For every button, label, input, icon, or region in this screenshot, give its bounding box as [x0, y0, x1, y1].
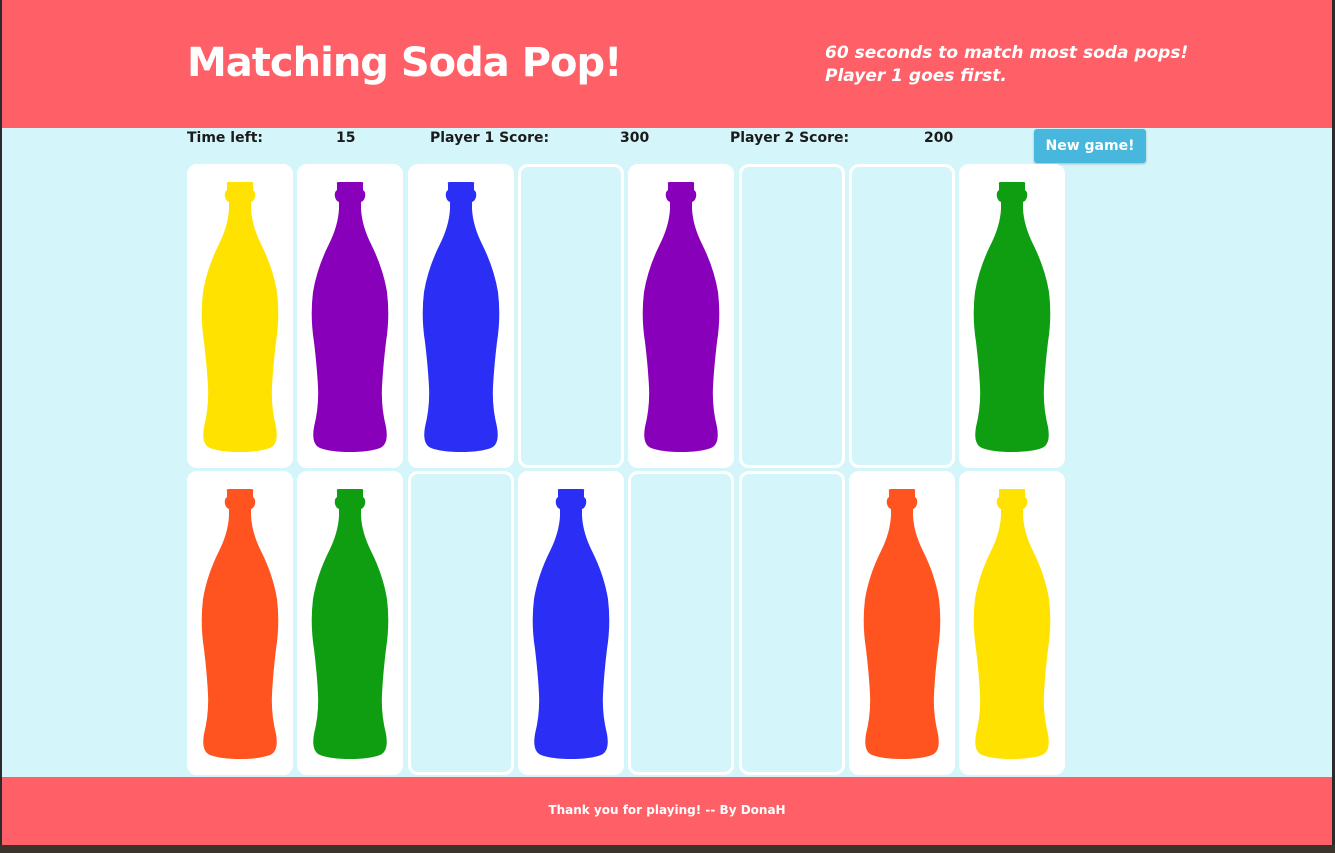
soda-card-hidden[interactable]: [739, 471, 845, 775]
footer-text: Thank you for playing! -- By DonaH: [548, 803, 786, 817]
soda-bottle-icon: [973, 182, 1051, 452]
soda-card-green[interactable]: [297, 471, 403, 775]
soda-bottle-icon: [201, 489, 279, 759]
soda-card-yellow[interactable]: [187, 164, 293, 468]
soda-bottle-icon: [642, 182, 720, 452]
soda-card-blue[interactable]: [408, 164, 514, 468]
player2-score-label: Player 2 Score:: [730, 130, 850, 146]
player1-score-value: 300: [620, 130, 650, 146]
tagline: 60 seconds to match most soda pops! Play…: [825, 42, 1188, 88]
scorebar: Time left: 15 Player 1 Score: 300 Player…: [2, 128, 1332, 163]
soda-card-green[interactable]: [959, 164, 1065, 468]
soda-card-blue[interactable]: [518, 471, 624, 775]
soda-card-orange[interactable]: [849, 471, 955, 775]
game-window: Matching Soda Pop! 60 seconds to match m…: [2, 0, 1332, 845]
footer: Thank you for playing! -- By DonaH: [2, 777, 1332, 845]
soda-bottle-icon: [311, 489, 389, 759]
soda-bottle-icon: [311, 182, 389, 452]
card-board: [187, 164, 1072, 778]
tagline-line-1: 60 seconds to match most soda pops!: [825, 43, 1189, 63]
header: Matching Soda Pop! 60 seconds to match m…: [2, 0, 1332, 128]
soda-bottle-icon: [863, 489, 941, 759]
soda-card-hidden[interactable]: [849, 164, 955, 468]
soda-card-hidden[interactable]: [408, 471, 514, 775]
soda-card-hidden[interactable]: [739, 164, 845, 468]
tagline-line-2: Player 1 goes first.: [825, 66, 1007, 86]
soda-bottle-icon: [422, 182, 500, 452]
soda-bottle-icon: [532, 489, 610, 759]
new-game-button[interactable]: New game!: [1034, 129, 1146, 163]
soda-card-purple[interactable]: [297, 164, 403, 468]
soda-card-orange[interactable]: [187, 471, 293, 775]
soda-card-hidden[interactable]: [628, 471, 734, 775]
soda-bottle-icon: [973, 489, 1051, 759]
soda-card-yellow[interactable]: [959, 471, 1065, 775]
player2-score-value: 200: [924, 130, 954, 146]
soda-card-hidden[interactable]: [518, 164, 624, 468]
time-left-label: Time left:: [187, 130, 263, 146]
desktop-strip: [0, 845, 1335, 853]
soda-bottle-icon: [201, 182, 279, 452]
soda-card-purple[interactable]: [628, 164, 734, 468]
page-title: Matching Soda Pop!: [187, 40, 622, 86]
time-left-value: 15: [336, 130, 356, 146]
player1-score-label: Player 1 Score:: [430, 130, 550, 146]
